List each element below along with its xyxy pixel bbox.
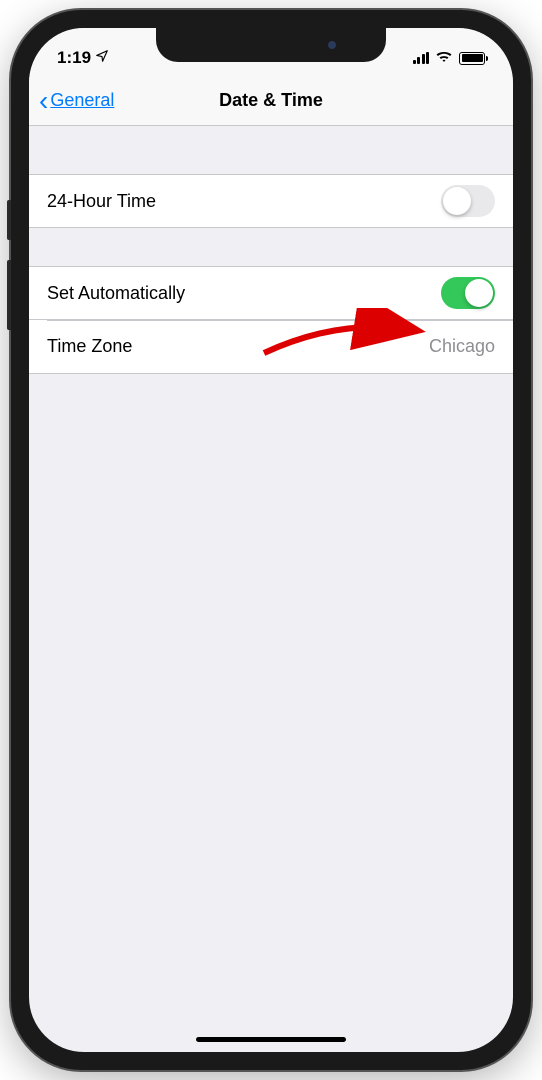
back-button[interactable]: ‹ General [39, 87, 114, 115]
device-notch [156, 28, 386, 62]
toggle-set-automatically[interactable] [441, 277, 495, 309]
row-label: Time Zone [47, 336, 132, 357]
location-icon [95, 48, 109, 68]
settings-section: 24-Hour Time [29, 174, 513, 228]
toggle-knob [443, 187, 471, 215]
wifi-icon [435, 48, 453, 68]
page-title: Date & Time [219, 90, 323, 111]
row-label: 24-Hour Time [47, 191, 156, 212]
phone-screen: 1:19 ‹ General Date & Time [29, 28, 513, 1052]
home-indicator[interactable] [196, 1037, 346, 1042]
phone-device-frame: 1:19 ‹ General Date & Time [11, 10, 531, 1070]
battery-icon [459, 52, 485, 65]
front-camera-dot [328, 41, 336, 49]
row-value: Chicago [429, 336, 495, 357]
toggle-24-hour-time[interactable] [441, 185, 495, 217]
row-label: Set Automatically [47, 283, 185, 304]
cellular-signal-icon [413, 52, 430, 64]
toggle-knob [465, 279, 493, 307]
row-set-automatically[interactable]: Set Automatically [29, 266, 513, 320]
settings-content: 24-Hour Time Set Automatically Time Zone… [29, 174, 513, 374]
settings-section: Set Automatically Time Zone Chicago [29, 266, 513, 374]
status-time: 1:19 [57, 48, 91, 68]
back-button-label: General [50, 90, 114, 111]
navigation-bar: ‹ General Date & Time [29, 76, 513, 126]
chevron-left-icon: ‹ [39, 87, 48, 115]
row-24-hour-time[interactable]: 24-Hour Time [29, 174, 513, 228]
row-time-zone[interactable]: Time Zone Chicago [29, 320, 513, 374]
